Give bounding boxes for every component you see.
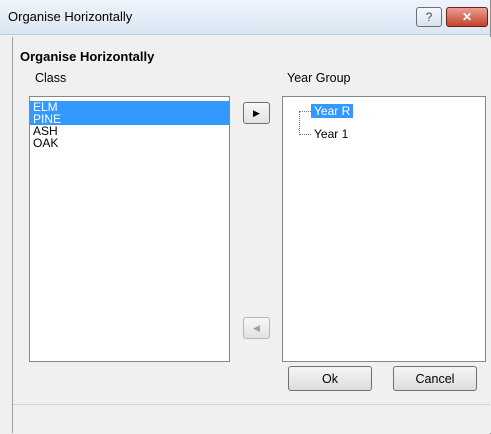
organise-horizontally-dialog: Organise Horizontally ? ✕ Organise Horiz… — [0, 0, 491, 434]
panel-heading: Organise Horizontally — [20, 49, 155, 64]
arrow-left-icon: ◀ — [253, 322, 260, 333]
title-bar[interactable]: Organise Horizontally ? ✕ — [0, 0, 490, 35]
tree-node-year-1[interactable]: Year 1 — [314, 127, 348, 141]
class-label: Class — [35, 71, 67, 85]
year-group-tree[interactable]: Year R Year 1 — [282, 96, 486, 362]
tree-connector — [299, 111, 300, 135]
class-listbox[interactable]: ELM PINE ASH OAK — [29, 96, 230, 362]
window-title: Organise Horizontally — [8, 9, 133, 24]
tree-node-year-r[interactable]: Year R — [311, 104, 354, 118]
ok-button[interactable]: Ok — [288, 366, 372, 391]
cancel-button[interactable]: Cancel — [393, 366, 477, 391]
help-button[interactable]: ? — [416, 7, 442, 27]
move-left-button[interactable]: ◀ — [243, 317, 270, 339]
footer-divider — [13, 404, 490, 405]
tree-connector — [299, 134, 311, 135]
class-item-pine[interactable]: PINE — [30, 113, 229, 125]
close-button[interactable]: ✕ — [446, 7, 488, 27]
tree-connector — [299, 111, 311, 112]
help-icon: ? — [425, 10, 433, 24]
class-item-ash[interactable]: ASH — [30, 125, 229, 137]
close-icon: ✕ — [461, 10, 473, 24]
class-item-oak[interactable]: OAK — [30, 137, 229, 149]
year-group-label: Year Group — [287, 71, 351, 85]
move-right-button[interactable]: ▶ — [243, 102, 270, 124]
arrow-right-icon: ▶ — [253, 107, 260, 118]
